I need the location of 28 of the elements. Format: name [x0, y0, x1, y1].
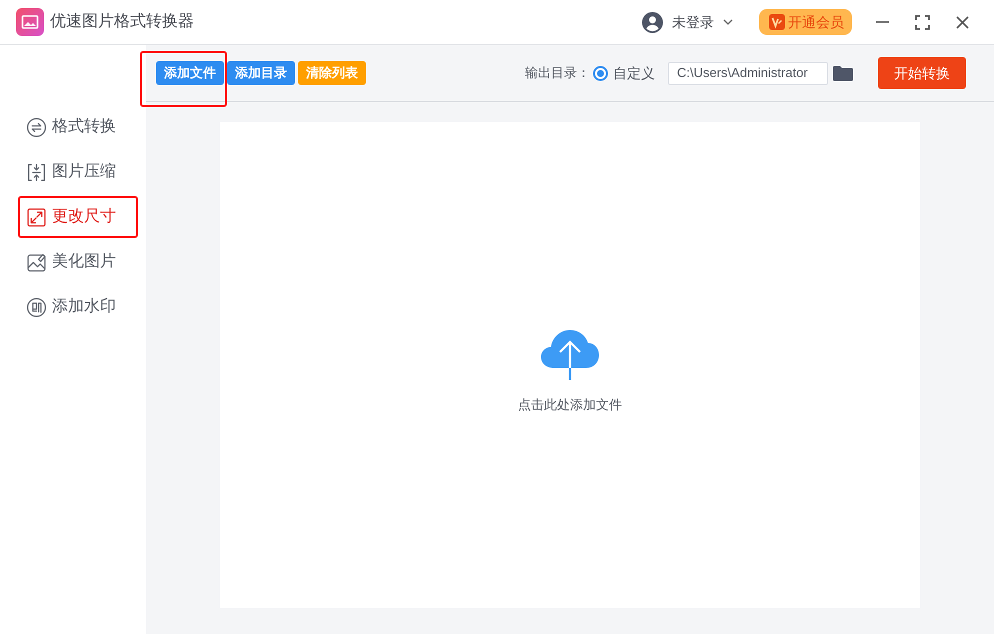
app-title: 优速图片格式转换器	[50, 12, 194, 32]
fullscreen-icon	[914, 14, 930, 30]
folder-icon	[833, 66, 853, 80]
sidebar-item-icon	[26, 252, 47, 272]
sidebar-item[interactable]: 更改尺寸	[18, 196, 138, 238]
output-dir-label: 输出目录：	[525, 64, 590, 82]
path-field[interactable]: C:\Users\Administrator	[668, 62, 828, 84]
start-convert-button[interactable]: 开始转换	[878, 57, 966, 89]
sidebar-item[interactable]: 格式转换	[18, 106, 138, 148]
sidebar-item-icon	[26, 116, 47, 138]
close-icon	[956, 16, 968, 28]
radio-option[interactable]: 自定义	[593, 62, 655, 84]
sidebar-item[interactable]: 添加水印	[18, 286, 138, 328]
sidebar-item[interactable]: 图片压缩	[18, 151, 138, 193]
badge-icon	[769, 14, 785, 30]
app-logo-icon	[16, 8, 44, 36]
cloud-upload-icon	[540, 328, 600, 380]
drop-zone-hint: 点击此处添加文件	[518, 396, 622, 414]
sidebar-item-icon	[26, 162, 47, 182]
sidebar-item-icon	[26, 296, 47, 318]
browse-folder-button[interactable]	[833, 63, 853, 83]
user-menu[interactable]: 未登录	[642, 12, 733, 32]
user-avatar-icon	[642, 12, 663, 32]
chevron-down-icon	[723, 19, 733, 25]
sidebar-item[interactable]: 美化图片	[18, 241, 138, 283]
sidebar-item-icon	[26, 206, 47, 228]
minimize-icon	[876, 21, 888, 23]
drop-zone[interactable]: 点击此处添加文件	[220, 122, 920, 608]
